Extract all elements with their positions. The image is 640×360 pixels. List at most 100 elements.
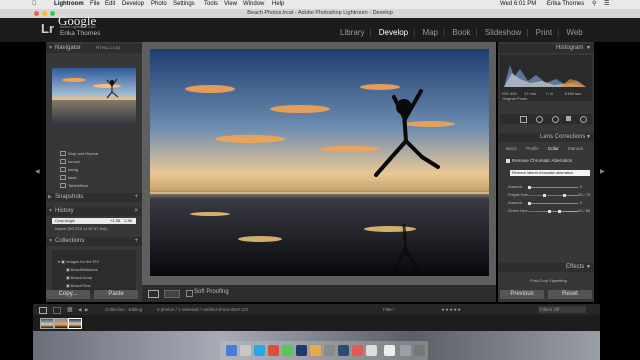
safari-icon[interactable] <box>254 345 265 356</box>
module-book[interactable]: Book <box>452 28 470 37</box>
purple-hue-slider[interactable] <box>528 194 578 197</box>
crop-tool-icon[interactable] <box>520 116 527 123</box>
document-icon[interactable] <box>384 345 395 356</box>
app-icon[interactable] <box>324 345 335 356</box>
collapse-left-panel-icon[interactable]: ◀ <box>35 168 40 175</box>
menu-develop[interactable]: Develop <box>122 0 144 9</box>
preset-item[interactable]: swing <box>60 167 78 173</box>
module-develop[interactable]: Develop <box>379 28 408 37</box>
lens-corrections-header[interactable]: Lens Corrections ▼ <box>498 133 594 142</box>
navigator-header[interactable]: ▼ Navigator FIT FILL 1:1 3:1 <box>46 44 142 53</box>
finder-icon[interactable] <box>226 345 237 356</box>
before-after-view-icon[interactable] <box>164 290 180 298</box>
main-photo[interactable] <box>150 49 489 276</box>
menubar-user[interactable]: Erika Thornes <box>547 0 584 9</box>
menu-view[interactable]: View <box>224 0 237 9</box>
trash-icon[interactable] <box>414 345 425 356</box>
filmstrip-thumbnail[interactable] <box>40 318 54 329</box>
green-hue-slider[interactable] <box>528 210 578 213</box>
app-icon[interactable] <box>310 345 321 356</box>
module-print[interactable]: Print <box>536 28 552 37</box>
downloads-icon[interactable] <box>400 345 411 356</box>
star-rating-filter[interactable]: ★★★★★ <box>441 304 461 315</box>
second-window-icon[interactable] <box>53 307 61 314</box>
collections-header[interactable]: ▼ Collections + <box>46 237 142 246</box>
module-map[interactable]: Map <box>422 28 438 37</box>
apple-icon[interactable]:  <box>32 0 37 9</box>
messages-icon[interactable] <box>282 345 293 356</box>
preset-item[interactable]: Stop and Repeat <box>60 151 98 157</box>
app-icon[interactable] <box>366 345 377 356</box>
slider-label: Amount <box>508 184 522 189</box>
soft-proofing-checkbox[interactable] <box>186 290 193 297</box>
zoom-window-icon[interactable] <box>50 11 55 16</box>
chrome-icon[interactable] <box>268 345 279 356</box>
loupe-view-icon[interactable] <box>148 290 159 298</box>
effects-header[interactable]: Effects ▼ <box>498 263 594 272</box>
collection-item[interactable]: ▣ BeachShot <box>66 283 90 288</box>
menu-file[interactable]: File <box>90 0 100 9</box>
filters-off-dropdown[interactable]: Filters Off <box>538 306 586 313</box>
photoshop-icon[interactable] <box>296 345 307 356</box>
menu-tools[interactable]: Tools <box>204 0 218 9</box>
preset-item[interactable]: table <box>60 175 77 181</box>
menu-settings[interactable]: Settings <box>173 0 195 9</box>
tab-profile[interactable]: Profile <box>526 146 539 151</box>
reset-button[interactable]: Reset <box>548 290 592 299</box>
red-eye-icon[interactable] <box>552 116 559 123</box>
preset-item[interactable]: sunset <box>60 159 80 165</box>
menu-help[interactable]: Help <box>272 0 284 9</box>
app-menu[interactable]: Lightroom <box>54 0 84 9</box>
tab-color[interactable]: Color <box>548 146 559 151</box>
launchpad-icon[interactable] <box>240 345 251 356</box>
history-header[interactable]: ▼ History × <box>46 207 142 216</box>
graduated-filter-icon[interactable] <box>566 116 571 121</box>
histogram-header[interactable]: Histogram ▼ <box>498 44 594 53</box>
menu-window[interactable]: Window <box>243 0 264 9</box>
radial-filter-icon[interactable] <box>580 116 587 123</box>
forward-arrow-icon[interactable]: ▶ <box>85 304 88 315</box>
source-breadcrumb[interactable]: Collection : Editing <box>105 304 142 315</box>
close-window-icon[interactable] <box>34 11 39 16</box>
preset-item[interactable]: TableMikon <box>60 183 88 189</box>
chromatic-aberration-checkbox[interactable] <box>506 159 510 163</box>
filmstrip-thumbnail[interactable] <box>54 318 68 329</box>
copy-button[interactable]: Copy... <box>46 290 90 299</box>
amount-slider[interactable] <box>528 202 578 205</box>
back-arrow-icon[interactable]: ◀ <box>78 304 81 315</box>
menu-edit[interactable]: Edit <box>105 0 115 9</box>
lightroom-dock-icon[interactable] <box>338 345 349 356</box>
paste-button[interactable]: Paste <box>94 290 138 299</box>
module-slideshow[interactable]: Slideshow <box>485 28 521 37</box>
tab-manual[interactable]: Manual <box>568 146 583 151</box>
beach-jump-photo <box>150 49 489 276</box>
navigator-thumbnail[interactable] <box>52 68 136 126</box>
add-snapshot-icon[interactable]: + <box>134 193 138 202</box>
tab-basic[interactable]: Basic <box>506 146 517 151</box>
spot-removal-icon[interactable] <box>536 116 543 123</box>
collection-set[interactable]: ▾ ▣ Images for the FIX <box>58 259 99 264</box>
search-icon[interactable]: ⚲ <box>592 0 596 9</box>
snapshots-header[interactable]: ▶ Snapshots + <box>46 193 142 202</box>
navigator-zoom-options[interactable]: FIT FILL 1:1 3:1 <box>96 44 121 53</box>
amount-slider[interactable] <box>528 186 578 189</box>
collection-item[interactable]: ▣ BeachBalloons <box>66 267 98 272</box>
menu-list-icon[interactable]: ☰ <box>604 0 609 9</box>
collapse-triangle-icon: ▼ <box>586 134 591 140</box>
minimize-window-icon[interactable] <box>42 11 47 16</box>
add-collection-icon[interactable]: + <box>134 237 138 246</box>
history-row[interactable]: Import (5/27/15 11:57:47 AM) <box>55 226 107 231</box>
filmstrip-thumbnail-selected[interactable] <box>68 318 82 329</box>
history-row-selected[interactable]: Crop Angle +1.38 1.38 <box>52 218 136 224</box>
collection-item[interactable]: ▣ BeachJump <box>66 275 92 280</box>
histogram[interactable]: ISO 400 17 mm f / 8 1/160 sec Original P… <box>500 55 592 101</box>
app-icon[interactable] <box>352 345 363 356</box>
previous-button[interactable]: Previous <box>500 290 544 299</box>
main-window-icon[interactable] <box>39 307 47 314</box>
collapse-right-panel-icon[interactable]: ▶ <box>600 168 605 175</box>
clear-history-icon[interactable]: × <box>134 207 138 216</box>
module-library[interactable]: Library <box>340 28 364 37</box>
grid-view-icon[interactable]: ▦ <box>67 307 73 313</box>
module-web[interactable]: Web <box>566 28 582 37</box>
menu-photo[interactable]: Photo <box>151 0 167 9</box>
